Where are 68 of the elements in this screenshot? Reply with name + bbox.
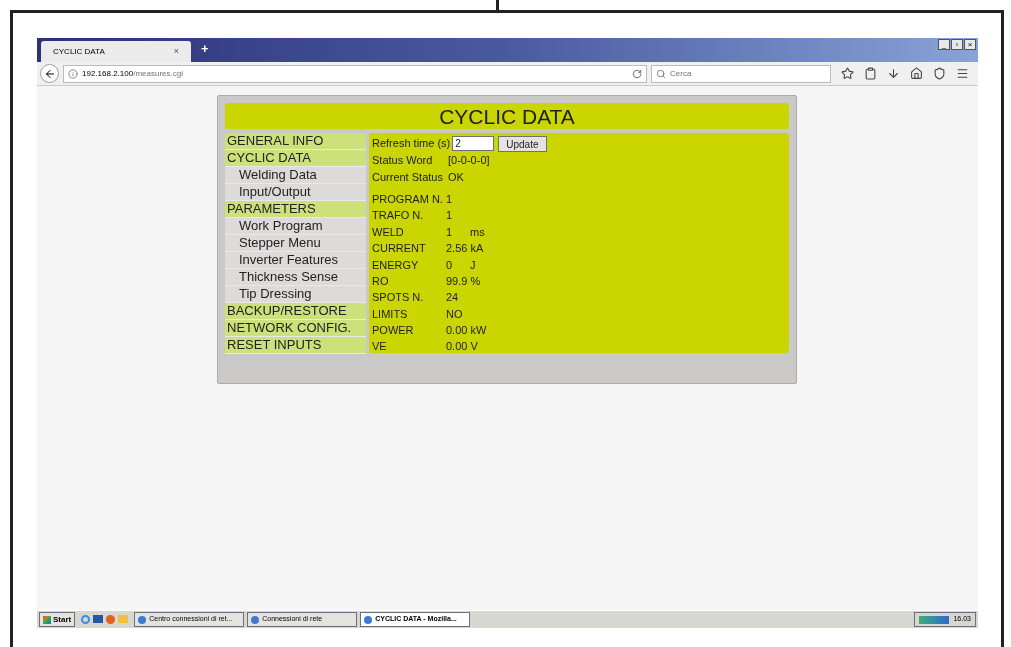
url-text: 192.168.2.100/measures.cgi xyxy=(82,67,183,80)
menu-item[interactable]: Thickness Sense xyxy=(225,269,366,286)
download-icon[interactable] xyxy=(887,67,900,80)
update-button[interactable]: Update xyxy=(498,135,547,152)
menu-item[interactable]: Input/Output xyxy=(225,184,366,201)
menu-item[interactable]: GENERAL INFO xyxy=(225,133,366,150)
measure-label: TRAFO N. xyxy=(372,208,425,224)
measure-value: 1 xyxy=(446,208,453,224)
menu-item[interactable]: Tip Dressing xyxy=(225,286,366,303)
browser-tab[interactable]: CYCLIC DATA × xyxy=(41,41,191,62)
measure-value: 2.56 kA xyxy=(446,241,484,257)
home-icon[interactable] xyxy=(910,67,923,80)
measure-label: VE xyxy=(372,339,388,355)
measure-value: 99.9 % xyxy=(446,273,481,289)
measure-value: 24 xyxy=(446,290,459,306)
app-icon xyxy=(364,615,373,624)
menu-item[interactable]: Stepper Menu xyxy=(225,235,366,252)
status-label: Current Status xyxy=(372,170,444,186)
star-icon[interactable] xyxy=(841,67,854,80)
menu-icon[interactable] xyxy=(956,67,969,80)
search-field[interactable]: Cerca xyxy=(651,64,831,83)
menu-item[interactable]: PARAMETERS xyxy=(225,201,366,218)
measure-label: CURRENT xyxy=(372,241,427,257)
measure-label: SPOTS N. xyxy=(372,290,425,306)
menu-item[interactable]: NETWORK CONFIG. xyxy=(225,320,366,337)
measure-label: RO xyxy=(372,273,390,289)
info-icon xyxy=(68,68,78,79)
start-button[interactable]: Start xyxy=(39,612,76,627)
window-button[interactable]: _ xyxy=(938,39,950,50)
measure-value: 0 xyxy=(446,257,454,273)
clipboard-icon[interactable] xyxy=(864,67,877,80)
refresh-label: Refresh time (s) xyxy=(372,136,451,152)
menu-item[interactable]: Inverter Features xyxy=(225,252,366,269)
reload-icon xyxy=(632,68,642,79)
menu-item[interactable]: Welding Data xyxy=(225,167,366,184)
back-arrow-icon xyxy=(43,67,56,80)
menu-item[interactable]: Work Program xyxy=(225,218,366,235)
measure-value: NO xyxy=(446,306,463,322)
address-field[interactable]: 192.168.2.100/measures.cgi xyxy=(63,64,647,83)
refresh-field[interactable]: 2 xyxy=(452,136,495,151)
measure-value: 0.00 kW xyxy=(446,323,487,339)
measure-unit: J xyxy=(470,257,476,273)
app-icon xyxy=(251,615,260,624)
menu-item[interactable]: CYCLIC DATA xyxy=(225,150,366,167)
status-label: Status Word xyxy=(372,153,434,169)
window-button[interactable]: × xyxy=(964,39,976,50)
close-icon[interactable]: × xyxy=(173,44,179,59)
measure-label: WELD xyxy=(372,224,405,240)
measure-label: PROGRAM N. xyxy=(372,191,444,207)
window-button[interactable]: ▫ xyxy=(951,39,963,50)
tray-icon xyxy=(919,615,950,624)
measure-label: ENERGY xyxy=(372,257,420,273)
measure-label: LIMITS xyxy=(372,306,409,322)
menu-item[interactable]: RESET INPUTS xyxy=(225,337,366,354)
new-tab-button[interactable]: + xyxy=(201,38,209,58)
measure-unit: ms xyxy=(470,224,485,240)
back-button[interactable] xyxy=(40,64,59,83)
menu-item[interactable]: BACKUP/RESTORE xyxy=(225,303,366,320)
status-value: OK xyxy=(448,170,464,186)
measure-value: 0.00 V xyxy=(446,339,478,355)
app-icon xyxy=(138,615,147,624)
page-title: CYCLIC DATA xyxy=(225,103,789,129)
search-icon xyxy=(656,68,666,79)
measure-label: POWER xyxy=(372,323,415,339)
status-value: [0-0-0-0] xyxy=(448,153,490,169)
shield-icon[interactable] xyxy=(933,67,946,80)
measure-value: 1 xyxy=(446,191,453,207)
measure-value: 1 xyxy=(446,224,454,240)
